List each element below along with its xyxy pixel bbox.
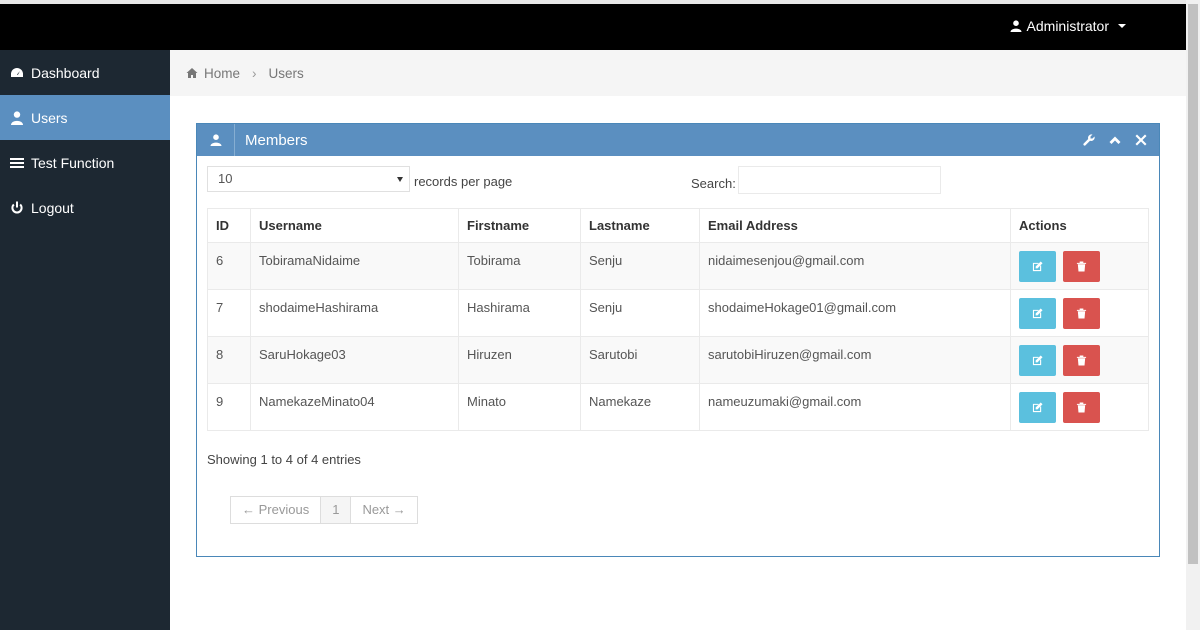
cell-username: SaruHokage03 <box>250 336 459 384</box>
user-icon <box>1010 20 1022 32</box>
table-row: 7 shodaimeHashirama Hashirama Senju shod… <box>207 289 1149 337</box>
panel-header-icon-box <box>197 124 235 156</box>
user-icon <box>11 110 23 125</box>
cell-email: nameuzumaki@gmail.com <box>699 383 1011 431</box>
panel-title: Members <box>245 131 308 149</box>
close-icon[interactable] <box>1135 134 1147 146</box>
page-button-1[interactable]: 1 <box>320 496 352 524</box>
edit-icon <box>1032 355 1043 366</box>
table-header-row: ID Username Firstname Lastname Email Add… <box>207 208 1149 243</box>
user-icon <box>210 134 221 146</box>
pagination: ← Previous 1 Next → <box>230 496 418 524</box>
sidebar-item-label: Logout <box>31 199 74 216</box>
cell-actions <box>1010 383 1149 431</box>
user-menu-label: Administrator <box>1026 18 1109 34</box>
cell-lastname: Sarutobi <box>580 336 700 384</box>
cell-username: shodaimeHashirama <box>250 289 459 337</box>
trash-icon <box>1076 308 1086 319</box>
trash-icon <box>1076 261 1086 272</box>
column-header-email[interactable]: Email Address <box>699 208 1011 243</box>
cell-lastname: Namekaze <box>580 383 700 431</box>
cell-id: 9 <box>207 383 251 431</box>
cell-actions <box>1010 242 1149 290</box>
column-header-firstname[interactable]: Firstname <box>458 208 581 243</box>
main-content: Home › Users Members 10 records per page… <box>170 50 1186 630</box>
table-controls: 10 records per page Search: <box>207 166 1151 194</box>
cell-firstname: Hashirama <box>458 289 581 337</box>
sidebar-item-users[interactable]: Users <box>0 95 170 140</box>
cell-actions <box>1010 289 1149 337</box>
breadcrumb-current: Users <box>268 65 304 81</box>
cell-email: sarutobiHiruzen@gmail.com <box>699 336 1011 384</box>
user-menu-dropdown[interactable]: Administrator <box>1010 18 1126 34</box>
members-panel: Members 10 records per page Search: ID U… <box>196 123 1160 557</box>
edit-button[interactable] <box>1019 251 1056 282</box>
cell-email: shodaimeHokage01@gmail.com <box>699 289 1011 337</box>
sidebar-item-logout[interactable]: Logout <box>0 185 170 230</box>
caret-down-icon <box>1118 24 1126 28</box>
select-arrow-icon <box>397 177 403 182</box>
sidebar-item-label: Test Function <box>31 154 115 171</box>
search-input[interactable] <box>738 166 941 194</box>
top-navbar: Administrator <box>0 0 1186 50</box>
edit-icon <box>1032 261 1043 272</box>
sidebar-item-test-function[interactable]: Test Function <box>0 140 170 185</box>
table-row: 6 TobiramaNidaime Tobirama Senju nidaime… <box>207 242 1149 290</box>
column-header-id[interactable]: ID <box>207 208 251 243</box>
power-icon <box>11 201 23 214</box>
trash-icon <box>1076 355 1086 366</box>
sidebar-item-dashboard[interactable]: Dashboard <box>0 50 170 95</box>
records-per-page-label: records per page <box>414 174 513 189</box>
edit-button[interactable] <box>1019 345 1056 376</box>
cell-username: TobiramaNidaime <box>250 242 459 290</box>
sidebar: Dashboard Users Test Function Logout <box>0 50 170 630</box>
cell-lastname: Senju <box>580 242 700 290</box>
delete-button[interactable] <box>1062 251 1100 282</box>
cell-username: NamekazeMinato04 <box>250 383 459 431</box>
vertical-scrollbar[interactable] <box>1186 0 1200 630</box>
delete-button[interactable] <box>1062 345 1100 376</box>
records-per-page-select[interactable]: 10 <box>207 166 410 192</box>
edit-button[interactable] <box>1019 298 1056 329</box>
column-header-username[interactable]: Username <box>250 208 459 243</box>
cell-email: nidaimesenjou@gmail.com <box>699 242 1011 290</box>
table-info: Showing 1 to 4 of 4 entries <box>207 452 361 467</box>
panel-header: Members <box>197 124 1159 156</box>
table-row: 9 NamekazeMinato04 Minato Namekaze nameu… <box>207 383 1149 431</box>
records-per-page-value: 10 <box>218 171 233 186</box>
breadcrumb-separator-icon: › <box>252 65 257 81</box>
column-header-lastname[interactable]: Lastname <box>580 208 700 243</box>
cell-id: 7 <box>207 289 251 337</box>
cell-firstname: Minato <box>458 383 581 431</box>
list-icon <box>10 157 24 168</box>
dashboard-icon <box>11 67 23 77</box>
trash-icon <box>1076 402 1086 413</box>
home-icon <box>186 68 198 78</box>
breadcrumb: Home › Users <box>170 50 1186 96</box>
cell-firstname: Hiruzen <box>458 336 581 384</box>
scrollbar-thumb[interactable] <box>1188 4 1198 564</box>
cell-id: 6 <box>207 242 251 290</box>
sidebar-item-label: Users <box>31 109 68 126</box>
cell-firstname: Tobirama <box>458 242 581 290</box>
edit-icon <box>1032 402 1043 413</box>
cell-lastname: Senju <box>580 289 700 337</box>
wrench-icon[interactable] <box>1083 134 1095 146</box>
delete-button[interactable] <box>1062 298 1100 329</box>
next-page-button[interactable]: Next → <box>350 496 418 524</box>
edit-icon <box>1032 308 1043 319</box>
sidebar-item-label: Dashboard <box>31 64 100 81</box>
members-table: ID Username Firstname Lastname Email Add… <box>207 208 1149 431</box>
search-label: Search: <box>691 176 736 191</box>
cell-actions <box>1010 336 1149 384</box>
breadcrumb-home[interactable]: Home <box>204 66 240 81</box>
cell-id: 8 <box>207 336 251 384</box>
edit-button[interactable] <box>1019 392 1056 423</box>
previous-page-button[interactable]: ← Previous <box>230 496 322 524</box>
table-row: 8 SaruHokage03 Hiruzen Sarutobi sarutobi… <box>207 336 1149 384</box>
panel-tools <box>1083 134 1147 146</box>
chevron-up-icon[interactable] <box>1109 134 1121 146</box>
delete-button[interactable] <box>1062 392 1100 423</box>
column-header-actions: Actions <box>1010 208 1149 243</box>
